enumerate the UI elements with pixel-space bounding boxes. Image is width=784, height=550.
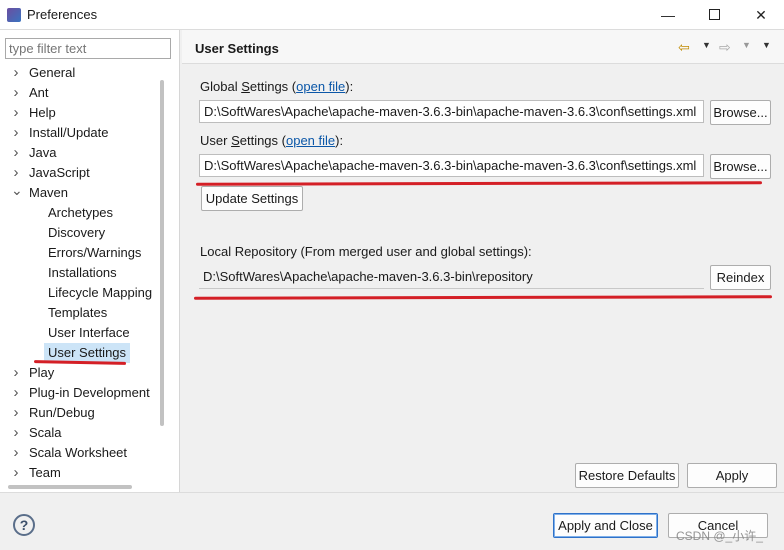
title-bar: Preferences — ✕: [0, 0, 784, 30]
view-menu-icon[interactable]: ▼: [762, 40, 771, 50]
chevron-right-icon[interactable]: ›: [11, 83, 21, 103]
sidebar-item-label: Install/Update: [29, 125, 109, 140]
sidebar-item-label: Installations: [48, 265, 117, 280]
chevron-right-icon[interactable]: ›: [11, 103, 21, 123]
back-arrow-icon[interactable]: ⇦: [678, 39, 690, 56]
global-settings-path-field[interactable]: D:\SoftWares\Apache\apache-maven-3.6.3-b…: [199, 100, 704, 123]
chevron-down-icon[interactable]: ⌄: [11, 180, 23, 200]
user-open-file-link[interactable]: open file: [286, 133, 335, 148]
help-icon[interactable]: ?: [13, 514, 35, 536]
chevron-right-icon[interactable]: ›: [11, 63, 21, 83]
sidebar-item-label: General: [29, 65, 76, 80]
sidebar-item-label: Lifecycle Mapping: [48, 285, 153, 300]
global-open-file-link[interactable]: open file: [296, 79, 345, 94]
sidebar-item-label: Java: [29, 145, 57, 160]
sidebar-item-label: Templates: [48, 305, 108, 320]
sidebar-item-label: JavaScript: [29, 165, 90, 180]
reindex-button[interactable]: Reindex: [710, 265, 771, 290]
user-browse-button[interactable]: Browse...: [710, 154, 771, 179]
global-label-rest: ettings (: [249, 79, 297, 94]
filter-input[interactable]: [5, 38, 171, 59]
apply-and-close-button[interactable]: Apply and Close: [553, 513, 658, 538]
sidebar-item-label: Discovery: [48, 225, 106, 240]
global-label-mnemonic: S: [241, 79, 250, 94]
chevron-right-icon[interactable]: ›: [11, 443, 21, 463]
restore-defaults-button[interactable]: Restore Defaults: [575, 463, 679, 488]
chevron-right-icon[interactable]: ›: [11, 123, 21, 143]
minimize-icon[interactable]: —: [645, 0, 691, 30]
global-settings-label: Global Settings (open file):: [200, 79, 353, 94]
back-dropdown-icon[interactable]: ▼: [702, 40, 711, 50]
tree-vertical-scrollbar[interactable]: [160, 80, 164, 426]
sidebar-item-label: Maven: [29, 185, 69, 200]
user-label-end: ):: [335, 133, 344, 148]
maximize-icon[interactable]: [691, 0, 737, 30]
sidebar-item-label: Archetypes: [48, 205, 114, 220]
apply-button[interactable]: Apply: [687, 463, 777, 488]
user-label-rest: ettings (: [239, 133, 286, 148]
forward-arrow-icon[interactable]: ⇨: [719, 39, 731, 56]
chevron-right-icon[interactable]: ›: [11, 403, 21, 423]
page-title: User Settings: [195, 41, 279, 56]
user-label-prefix: User: [200, 133, 232, 148]
page-header: User Settings ⇦ ▼ ⇨ ▼ ▼: [182, 30, 784, 64]
global-label-end: ):: [345, 79, 354, 94]
preferences-sidebar: › General › Ant › Help › Install/Update › Java › Ja…: [0, 30, 180, 492]
app-icon: [7, 8, 21, 22]
forward-dropdown-icon[interactable]: ▼: [742, 40, 751, 50]
local-repository-label: Local Repository (From merged user and g…: [200, 244, 532, 259]
sidebar-item-label: Errors/Warnings: [48, 245, 142, 260]
sidebar-item-label: Team: [29, 465, 61, 480]
global-label-prefix: Global: [200, 79, 242, 94]
chevron-right-icon[interactable]: ›: [11, 423, 21, 443]
sidebar-item-label: Plug-in Development: [29, 385, 150, 400]
user-settings-label: User Settings (open file):: [200, 133, 343, 148]
sidebar-item-label: Help: [29, 105, 56, 120]
sidebar-item-label: Play: [29, 365, 55, 380]
chevron-right-icon[interactable]: ›: [11, 463, 21, 483]
dialog-footer: ? Apply and Close Cancel: [0, 492, 784, 550]
chevron-right-icon[interactable]: ›: [11, 383, 21, 403]
close-icon[interactable]: ✕: [738, 0, 784, 30]
chevron-right-icon[interactable]: ›: [11, 143, 21, 163]
sidebar-item-label: User Interface: [48, 325, 130, 340]
window-title: Preferences: [27, 7, 98, 22]
sidebar-item-label: Scala Worksheet: [29, 445, 128, 460]
tree-horizontal-scrollbar[interactable]: [8, 485, 132, 489]
global-browse-button[interactable]: Browse...: [710, 100, 771, 125]
update-settings-button[interactable]: Update Settings: [201, 186, 303, 211]
watermark-text: CSDN @_小许_: [676, 529, 763, 543]
user-label-mnemonic: S: [231, 133, 240, 148]
chevron-right-icon[interactable]: ›: [11, 363, 21, 383]
sidebar-item-label: Scala: [29, 425, 62, 440]
settings-page: User Settings ⇦ ▼ ⇨ ▼ ▼ Global Settings …: [182, 30, 784, 492]
user-settings-path-field[interactable]: D:\SoftWares\Apache\apache-maven-3.6.3-b…: [199, 154, 704, 177]
sidebar-item-label: Run/Debug: [29, 405, 95, 420]
sidebar-item-label: Ant: [29, 85, 49, 100]
local-repository-path-field: D:\SoftWares\Apache\apache-maven-3.6.3-b…: [199, 266, 704, 289]
